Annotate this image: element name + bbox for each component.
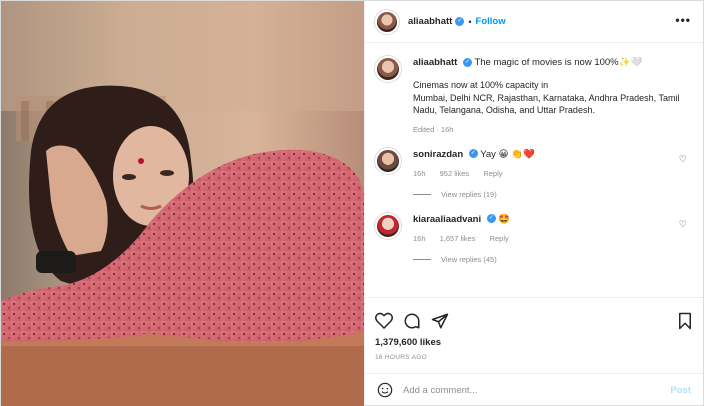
comment-icon[interactable]	[403, 312, 421, 330]
comment-like-heart-icon[interactable]: ♡	[679, 154, 687, 165]
author-username[interactable]: aliaabhatt	[408, 16, 452, 27]
likes-count[interactable]: 1,379,600 likes	[365, 334, 703, 348]
comment-username[interactable]: kiaraaliaadvani	[413, 214, 481, 225]
view-replies-button[interactable]: View replies (19)	[413, 190, 693, 199]
add-comment-input[interactable]	[403, 385, 671, 396]
post-header: aliaabhatt ✓ • Follow •••	[365, 1, 703, 43]
comment-text: 🤩	[498, 213, 511, 225]
comment-time[interactable]: 16h	[413, 169, 426, 178]
bookmark-icon[interactable]	[677, 312, 693, 330]
comments-list[interactable]: aliaabhatt ✓ The magic of movies is now …	[365, 44, 703, 296]
verified-icon: ✓	[455, 17, 465, 26]
action-icons	[365, 298, 703, 334]
comment-avatar[interactable]	[375, 147, 401, 174]
post-photo[interactable]	[1, 1, 364, 406]
separator-dot: •	[468, 16, 472, 27]
replies-divider	[413, 193, 431, 195]
comment-time[interactable]: 16h	[413, 234, 426, 243]
view-replies-label: View replies (19)	[441, 189, 497, 199]
caption-username[interactable]: aliaabhatt	[413, 57, 457, 68]
post-photo-illustration	[1, 1, 364, 406]
reply-button[interactable]: Reply	[483, 169, 502, 178]
caption: aliaabhatt ✓ The magic of movies is now …	[375, 56, 693, 134]
comment-like-heart-icon[interactable]: ♡	[679, 219, 687, 230]
view-replies-label: View replies (45)	[441, 254, 497, 264]
add-comment-bar: Post	[365, 373, 703, 406]
verified-icon: ✓	[468, 149, 478, 159]
comment-avatar[interactable]	[375, 212, 401, 239]
post-comment-button[interactable]: Post	[670, 385, 691, 396]
caption-avatar[interactable]	[375, 56, 401, 82]
more-options-icon[interactable]: •••	[675, 13, 691, 27]
heart-icon[interactable]	[375, 312, 393, 329]
instagram-post: aliaabhatt ✓ • Follow ••• aliaabhatt ✓ T…	[0, 0, 704, 406]
comment-text: Yay 😀 👏❤️	[480, 148, 535, 160]
verified-icon: ✓	[486, 214, 496, 224]
author-avatar[interactable]	[375, 9, 399, 34]
comment-item: kiaraaliaadvani ✓ 🤩 16h 1,657 likes Repl…	[375, 212, 693, 264]
view-replies-button[interactable]: View replies (45)	[413, 255, 693, 264]
reply-button[interactable]: Reply	[490, 234, 509, 243]
post-timestamp[interactable]: 16 HOURS AGO	[365, 348, 703, 361]
comment-username[interactable]: sonirazdan	[413, 149, 463, 160]
replies-divider	[413, 258, 431, 260]
caption-headline: The magic of movies is now 100%✨🤍	[474, 57, 643, 68]
share-icon[interactable]	[431, 312, 449, 330]
follow-button[interactable]: Follow	[476, 16, 506, 27]
comment-likes[interactable]: 1,657 likes	[440, 234, 476, 243]
emoji-icon[interactable]	[377, 382, 393, 400]
caption-body: Cinemas now at 100% capacity in Mumbai, …	[413, 80, 680, 115]
verified-icon: ✓	[463, 57, 472, 67]
post-sidebar: aliaabhatt ✓ • Follow ••• aliaabhatt ✓ T…	[364, 1, 703, 406]
comment-item: sonirazdan ✓ Yay 😀 👏❤️ 16h 952 likes Rep…	[375, 147, 693, 199]
post-actions: 1,379,600 likes 16 HOURS AGO Post	[365, 297, 703, 406]
comment-likes[interactable]: 952 likes	[440, 169, 470, 178]
caption-edited: Edited · 16h	[413, 124, 454, 134]
